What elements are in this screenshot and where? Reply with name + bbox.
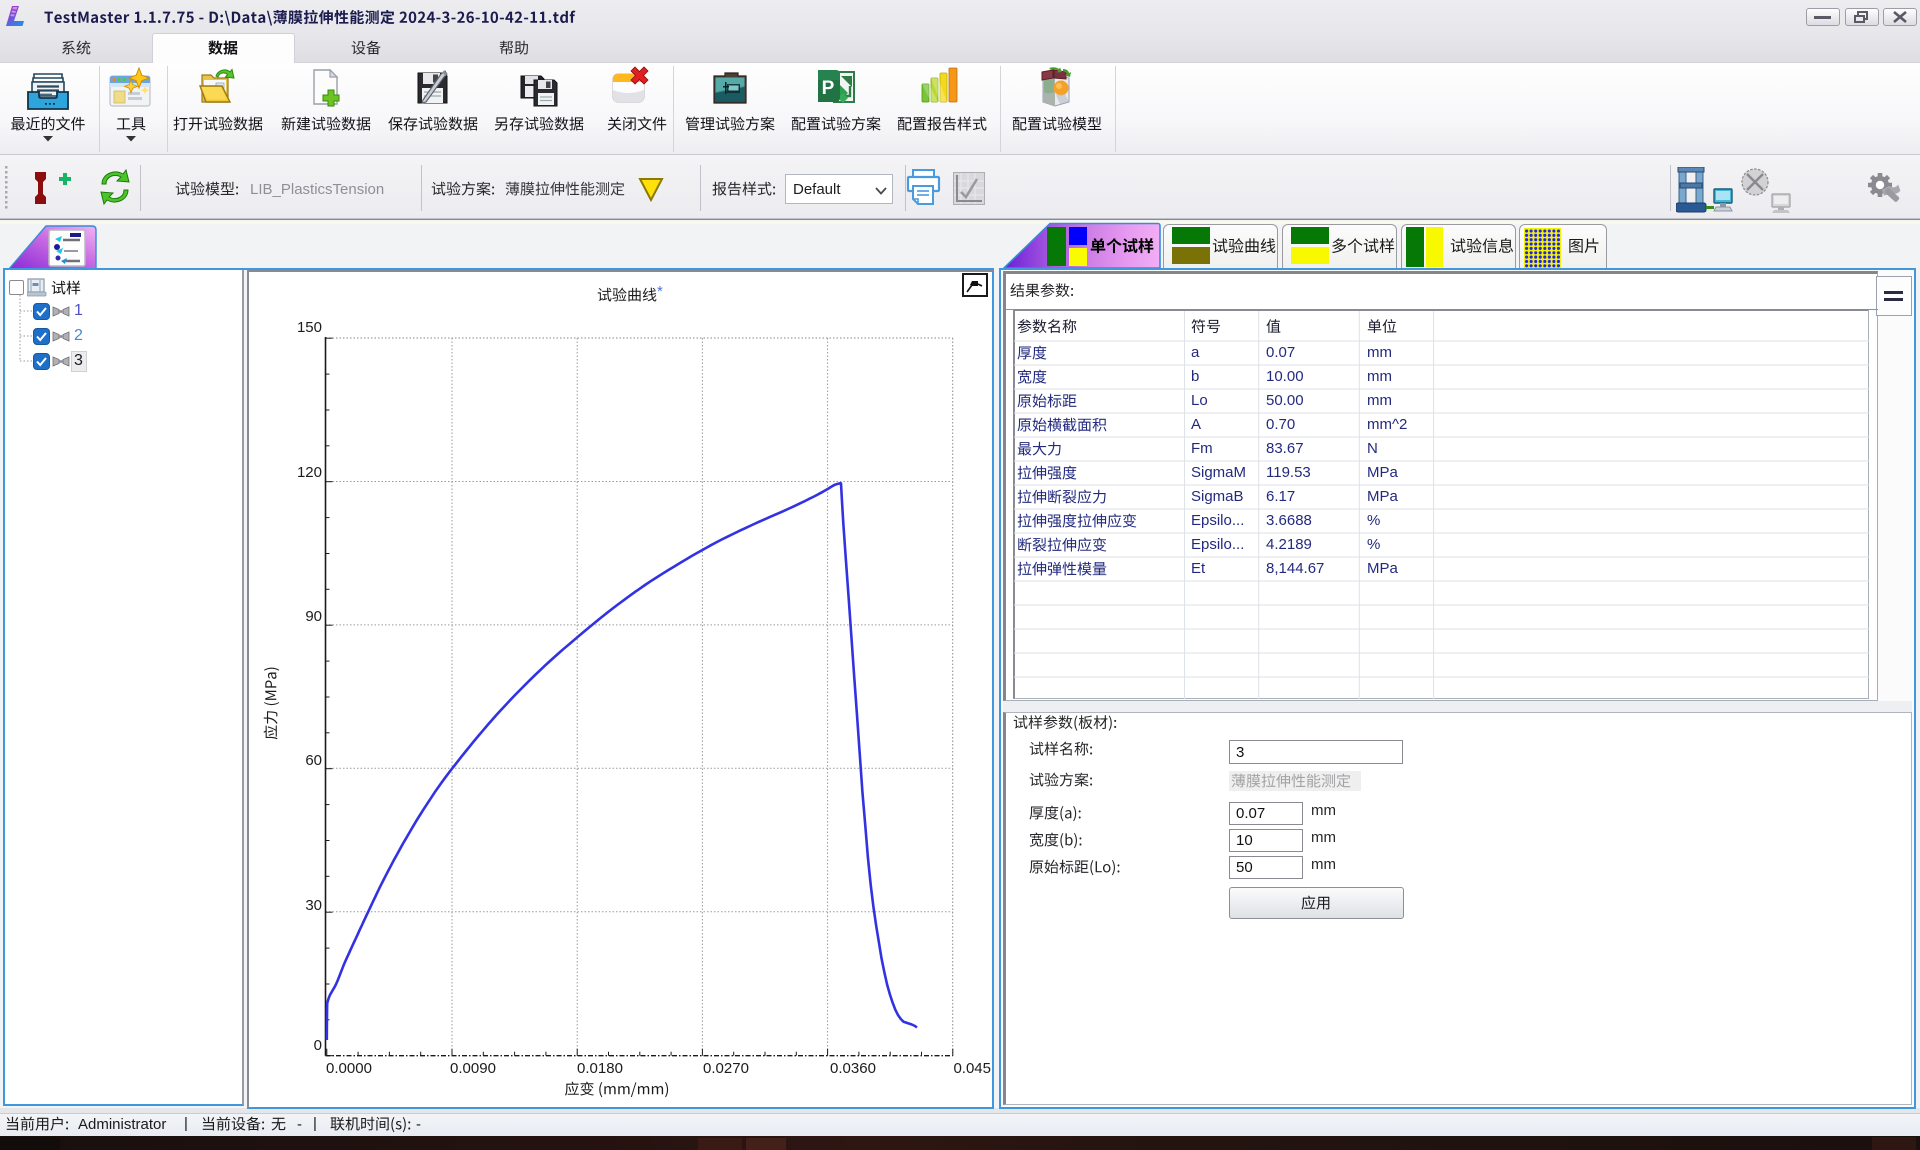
svg-text:P: P (822, 78, 835, 99)
